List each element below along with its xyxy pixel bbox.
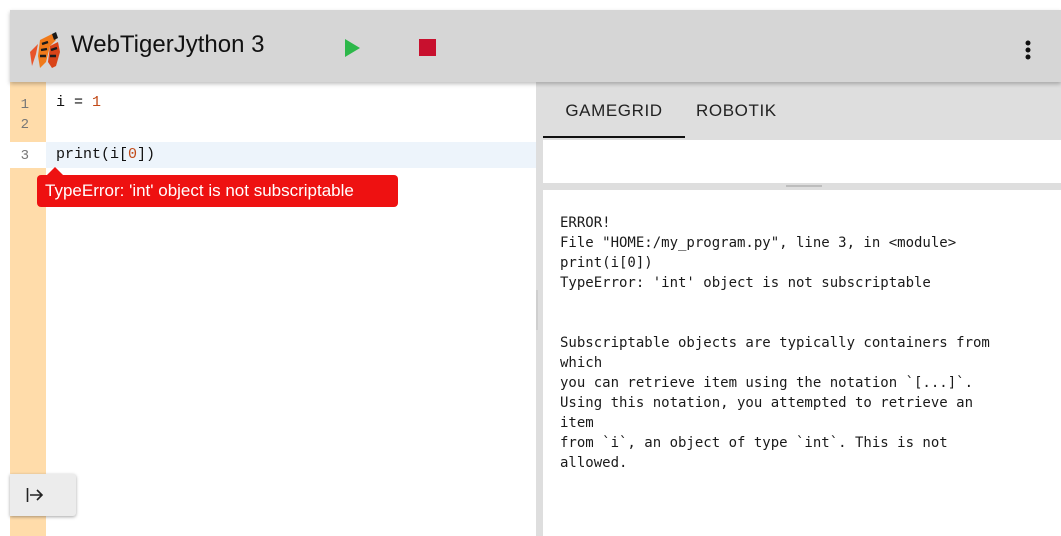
console-line: Using this notation, you attempted to re… xyxy=(560,395,974,411)
more-vertical-icon[interactable] xyxy=(1021,36,1035,64)
stop-icon[interactable] xyxy=(419,39,436,56)
console-line: you can retrieve item using the notation… xyxy=(560,375,974,391)
vertical-splitter-handle[interactable] xyxy=(536,290,538,330)
code-token: ]) xyxy=(137,146,156,163)
console-line: item xyxy=(560,415,594,431)
code-editor[interactable]: 1 2 3 i = 1 print(i[0]) TypeError: 'int'… xyxy=(10,82,536,536)
output-panel: GAMEGRID ROBOTIK ERROR! File "HOME:/my_p… xyxy=(536,82,1061,536)
tab-robotik[interactable]: ROBOTIK xyxy=(696,82,796,138)
console-output: ERROR! File "HOME:/my_program.py", line … xyxy=(543,190,1061,536)
code-token: print(i[ xyxy=(56,146,129,163)
line-number: 2 xyxy=(20,117,29,133)
app-title: WebTigerJython 3 xyxy=(71,31,265,58)
line-number: 1 xyxy=(20,97,29,113)
console-line: print(i[0]) xyxy=(560,255,653,271)
line-number: 3 xyxy=(20,148,29,164)
play-icon[interactable] xyxy=(343,38,361,58)
horizontal-splitter-handle[interactable] xyxy=(786,185,822,187)
console-line: ERROR! xyxy=(560,215,611,231)
code-token: i = xyxy=(56,94,93,111)
console-line: Subscriptable objects are typically cont… xyxy=(560,335,990,351)
code-token-number: 0 xyxy=(128,146,138,163)
code-token-number: 1 xyxy=(92,94,102,111)
gamegrid-canvas[interactable] xyxy=(543,140,1061,183)
console-line: which xyxy=(560,355,603,371)
error-tooltip: TypeError: 'int' object is not subscript… xyxy=(37,167,398,207)
console-line: allowed. xyxy=(560,455,628,471)
app-header: WebTigerJython 3 xyxy=(10,10,1061,82)
console-line: File "HOME:/my_program.py", line 3, in <… xyxy=(560,235,957,251)
code-line[interactable]: print(i[0]) xyxy=(56,145,155,165)
tiger-logo-icon xyxy=(30,32,60,68)
collapse-editor-button[interactable] xyxy=(10,474,76,516)
console-spacer xyxy=(560,293,1061,333)
panel-tabs: GAMEGRID ROBOTIK xyxy=(536,82,1061,138)
console-line: TypeError: 'int' object is not subscript… xyxy=(560,275,931,291)
arrow-right-to-bar-icon xyxy=(26,488,44,502)
console-line: from `i`, an object of type `int`. This … xyxy=(560,435,948,451)
code-line[interactable]: i = 1 xyxy=(56,93,101,113)
tab-gamegrid[interactable]: GAMEGRID xyxy=(543,82,685,138)
